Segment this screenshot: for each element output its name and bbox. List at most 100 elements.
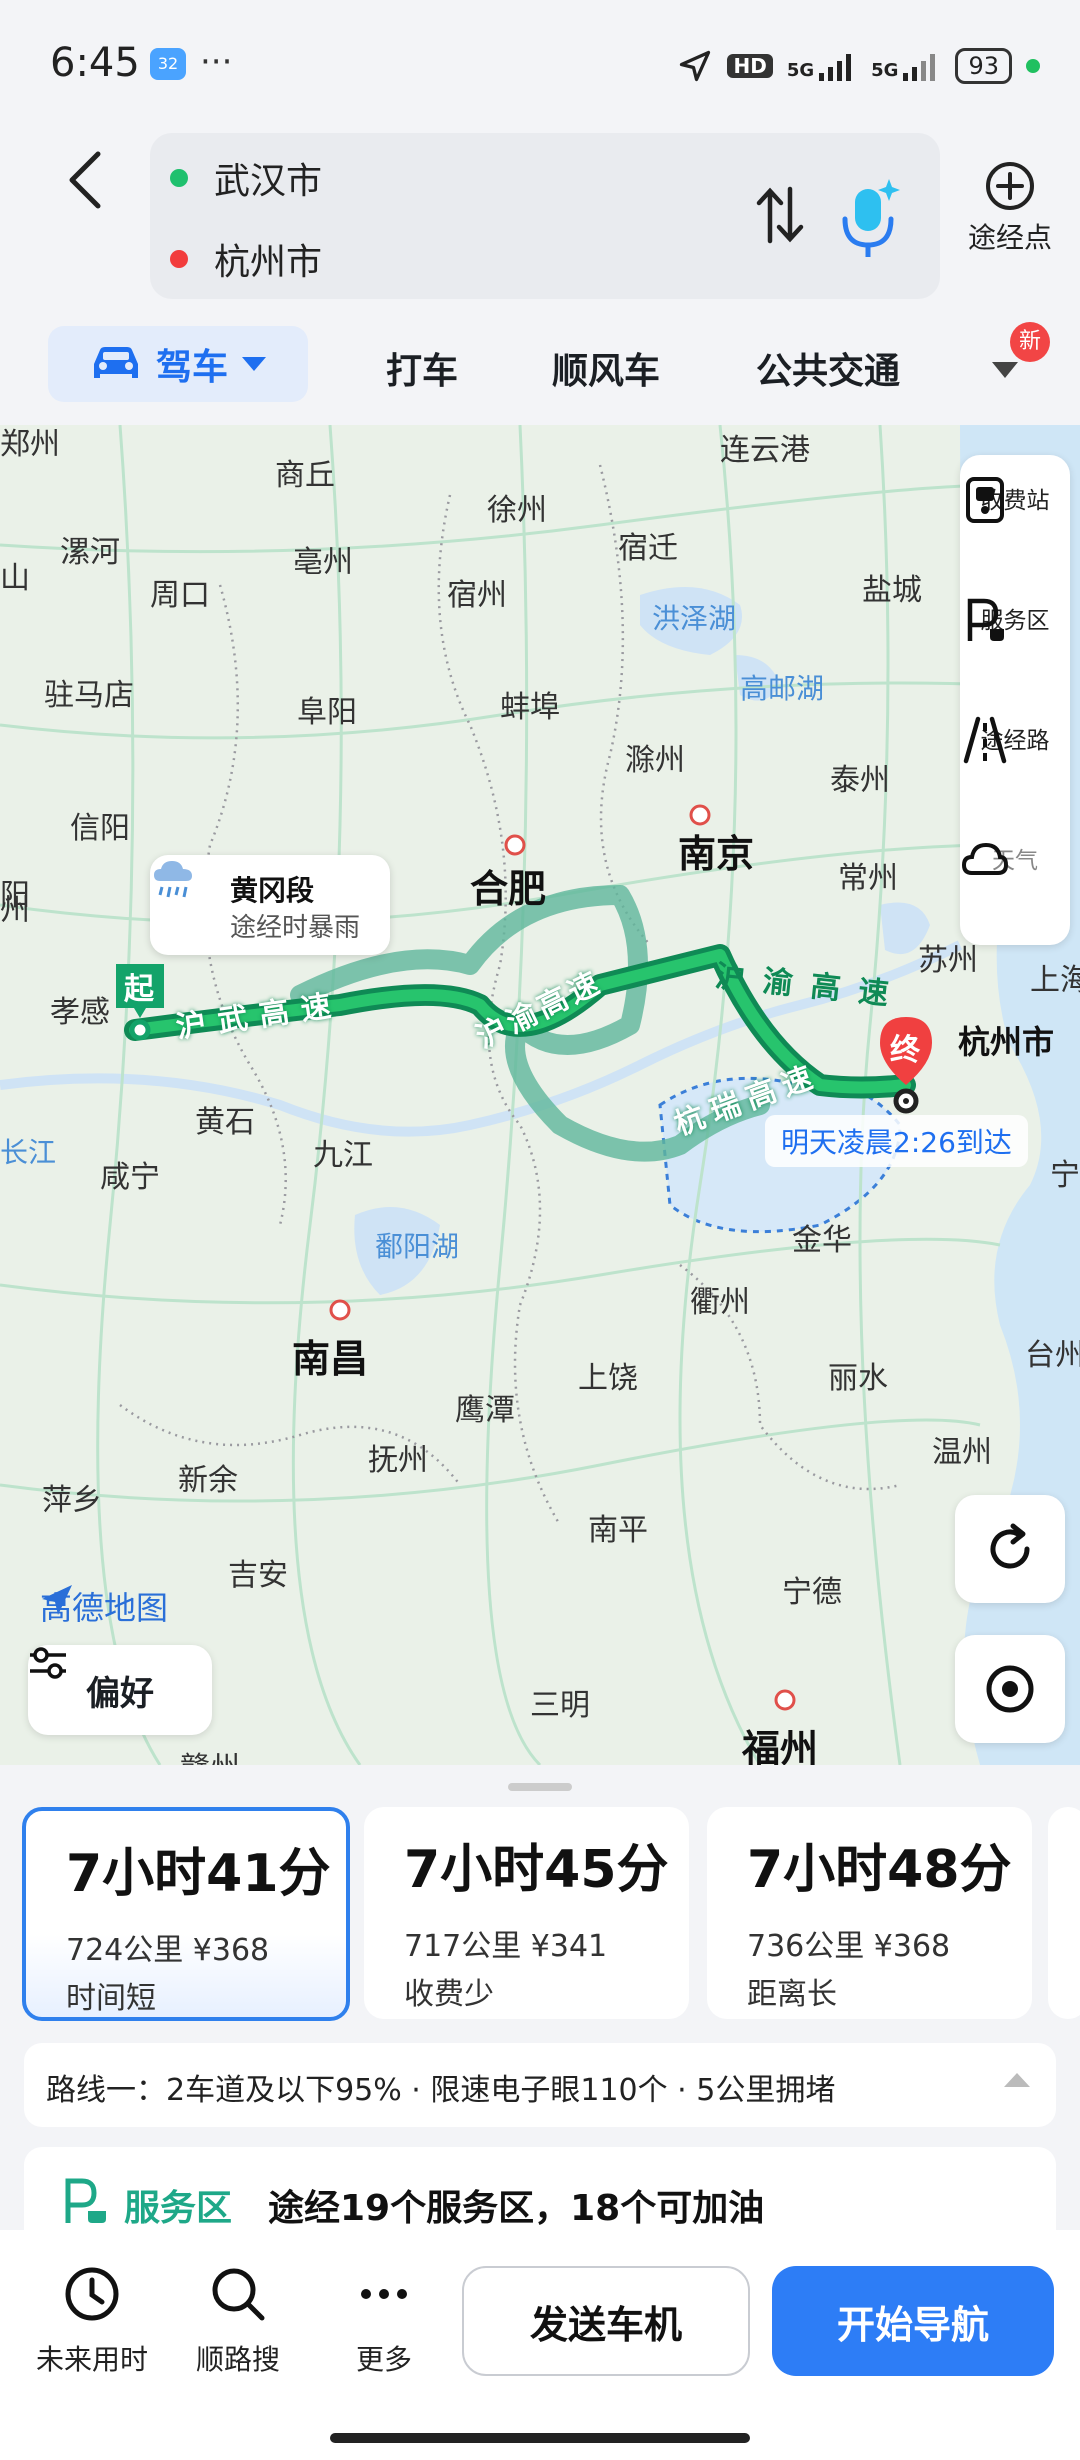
caret-down-icon xyxy=(242,357,266,371)
service-area-title: 服务区 xyxy=(124,2188,233,2229)
map-label: 丽水 xyxy=(828,1361,888,1396)
map-label: 温州 xyxy=(932,1435,992,1470)
tab-drive[interactable]: 驾车 xyxy=(48,326,308,402)
travel-mode-tabs: 驾车 打车 顺风车 公共交通 xyxy=(0,318,1080,418)
map-label: 蚌埠 xyxy=(500,690,560,725)
preference-label: 偏好 xyxy=(86,1673,154,1714)
voice-input-button[interactable] xyxy=(835,175,905,261)
map-label: 萍乡 xyxy=(42,1483,102,1518)
back-button[interactable] xyxy=(62,150,110,210)
rain-cloud-icon xyxy=(154,861,192,898)
sheet-handle[interactable] xyxy=(508,1783,572,1791)
more-notifications-icon: ··· xyxy=(200,42,233,82)
destination-dot xyxy=(170,250,188,268)
map-label: 福州 xyxy=(742,1727,819,1765)
route-tag: 距离长 xyxy=(747,1977,837,2012)
tab-taxi[interactable]: 打车 xyxy=(386,342,458,394)
location-icon xyxy=(680,50,711,82)
parking-cup-icon xyxy=(967,598,1004,641)
search-along-button[interactable]: 顺路搜 xyxy=(168,2262,308,2378)
tab-drive-label: 驾车 xyxy=(155,347,228,388)
map-label: 宁德 xyxy=(782,1575,842,1610)
amap-arrow-icon xyxy=(42,1585,72,1615)
map-label: 周口 xyxy=(150,578,210,613)
car-icon xyxy=(93,347,138,378)
route-meta: 717公里 ¥341 xyxy=(404,1929,608,1964)
map-label: 南平 xyxy=(588,1513,648,1548)
weather-button[interactable]: 天气 xyxy=(960,835,1070,875)
map-label: 三明 xyxy=(530,1688,590,1723)
route-card-1[interactable]: 7小时41分 724公里 ¥368 时间短 xyxy=(22,1807,350,2021)
destination-text: 杭州市 xyxy=(214,242,323,283)
swap-button[interactable] xyxy=(755,185,805,258)
caret-up-icon xyxy=(1004,2073,1030,2087)
map-label: 抚州 xyxy=(368,1443,428,1478)
map-label: 衢州 xyxy=(690,1285,750,1320)
preference-button[interactable]: 偏好 xyxy=(28,1645,212,1735)
map-label: 赣州 xyxy=(180,1743,240,1765)
map-label: 山 xyxy=(0,561,30,596)
map-label: 九江 xyxy=(313,1138,373,1173)
route-input-box: 武汉市 杭州市 xyxy=(150,133,940,299)
caret-down-icon xyxy=(992,362,1018,378)
sliders-icon xyxy=(30,1647,66,1679)
start-navigation-button[interactable]: 开始导航 xyxy=(772,2266,1054,2376)
via-road-button[interactable]: 途经路 xyxy=(960,715,1070,764)
origin-field[interactable]: 武汉市 xyxy=(170,148,322,208)
more-dots-icon xyxy=(361,2289,407,2299)
signal-5g-icon-2: 5G xyxy=(871,51,941,81)
route-duration: 7小时45分 xyxy=(404,1840,669,1900)
route-meta: 736公里 ¥368 xyxy=(747,1929,951,1964)
tab-carpool[interactable]: 顺风车 xyxy=(552,342,660,394)
map-label: 盐城 xyxy=(862,573,922,608)
refresh-button[interactable] xyxy=(955,1495,1065,1603)
battery-icon: 93 xyxy=(955,48,1012,84)
map-label: 阜阳 xyxy=(297,695,357,730)
map-label: 徐州 xyxy=(487,493,547,528)
map-label: 宿州 xyxy=(447,578,507,613)
route-card-2[interactable]: 7小时45分 717公里 ¥341 收费少 xyxy=(364,1807,689,2019)
route-card-peek[interactable] xyxy=(1048,1807,1080,2019)
map-label: 鄱阳湖 xyxy=(375,1230,460,1263)
tab-transit[interactable]: 公共交通 xyxy=(756,342,900,394)
origin-dot xyxy=(170,169,188,187)
bottom-action-bar: 未来用时 顺路搜 更多 发送车机 开始导航 xyxy=(0,2230,1080,2460)
map-label: 亳州 xyxy=(293,545,353,580)
map-label: 高邮湖 xyxy=(740,672,825,705)
status-icons: HD 5G 5G 93 xyxy=(677,46,1040,86)
future-time-button[interactable]: 未来用时 xyxy=(22,2262,162,2378)
map-view[interactable]: 郑州 商丘 连云港 徐州 宿迁 漯河 山 亳州 周口 宿州 盐城 洪泽湖 高邮湖… xyxy=(0,425,1080,1765)
search-icon xyxy=(212,2268,265,2321)
send-to-car-button[interactable]: 发送车机 xyxy=(462,2266,750,2376)
more-modes-button[interactable] xyxy=(990,360,1020,384)
locate-button[interactable] xyxy=(955,1635,1065,1743)
microphone-icon xyxy=(842,179,900,257)
map-label: 黄石 xyxy=(195,1105,255,1140)
service-area-desc: 途经19个服务区，18个可加油 xyxy=(268,2188,765,2229)
service-area-button[interactable]: 服务区 xyxy=(960,595,1070,641)
route-duration: 7小时41分 xyxy=(66,1844,331,1904)
map-label: 吉安 xyxy=(228,1558,288,1593)
map-label: 上海 xyxy=(1030,963,1080,998)
plus-circle-icon xyxy=(984,160,1036,212)
route-weather-bubble[interactable]: 黄冈段 途经时暴雨 xyxy=(150,855,390,955)
toll-station-button[interactable]: 收费站 xyxy=(960,475,1070,523)
add-waypoint-button[interactable]: 途经点 xyxy=(960,160,1060,256)
end-pin-label: 终 xyxy=(890,1033,920,1068)
route-duration: 7小时48分 xyxy=(747,1840,1012,1900)
map-label: 信阳 xyxy=(70,811,130,846)
route-card-3[interactable]: 7小时48分 736公里 ¥368 距离长 xyxy=(707,1807,1032,2019)
route-info-row[interactable]: 路线一：2车道及以下95% · 限速电子眼110个 · 5公里拥堵 xyxy=(24,2043,1056,2127)
map-label: 商丘 xyxy=(275,458,335,493)
route-tag: 时间短 xyxy=(66,1981,156,2016)
locate-icon xyxy=(986,1665,1034,1713)
weather-bubble-sub: 途经时暴雨 xyxy=(230,913,361,943)
more-label: 更多 xyxy=(355,2343,412,2376)
map-label: 孝感 xyxy=(50,995,110,1030)
search-along-label: 顺路搜 xyxy=(195,2343,280,2376)
home-indicator[interactable] xyxy=(330,2433,750,2443)
route-info-text: 路线一：2车道及以下95% · 限速电子眼110个 · 5公里拥堵 xyxy=(46,2073,836,2108)
map-label: 驻马店 xyxy=(44,678,134,713)
destination-field[interactable]: 杭州市 xyxy=(170,229,322,289)
more-button[interactable]: 更多 xyxy=(314,2262,454,2378)
